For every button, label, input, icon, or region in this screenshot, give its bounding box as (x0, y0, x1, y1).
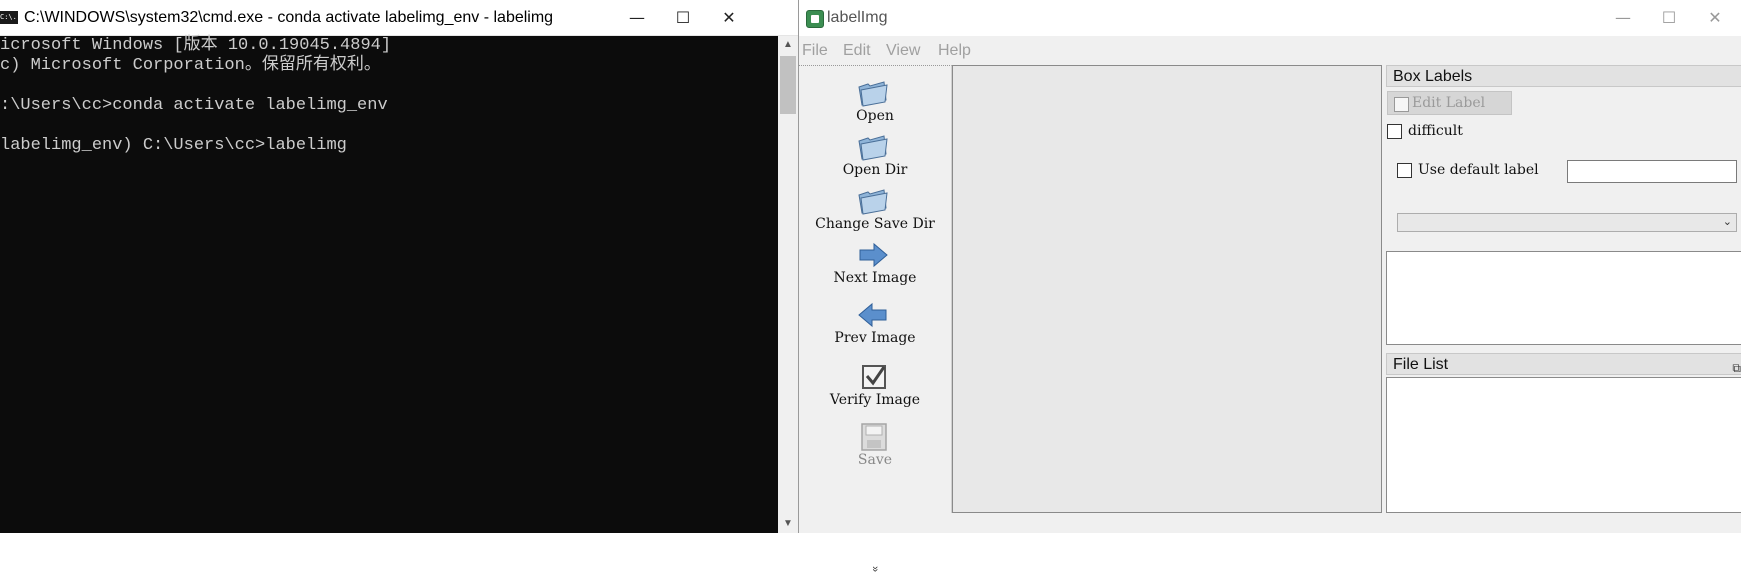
use-default-label-checkbox[interactable] (1397, 163, 1412, 178)
change-save-dir-label: Change Save Dir (815, 216, 935, 232)
scroll-up-icon[interactable]: ▲ (778, 36, 798, 54)
toolbar-extension-icon[interactable]: » (799, 563, 951, 575)
chevron-down-icon: ⌄ (1722, 216, 1732, 228)
float-dock-icon[interactable]: ⧉ (1732, 357, 1741, 379)
open-label: Open (856, 108, 894, 124)
edit-label-button[interactable]: Edit Label (1387, 91, 1512, 115)
folder-open-icon (858, 189, 888, 215)
cmd-titlebar[interactable]: C:\. C:\WINDOWS\system32\cmd.exe - conda… (0, 0, 798, 36)
labelimg-minimize-button[interactable]: — (1600, 0, 1646, 35)
file-list[interactable] (1386, 377, 1741, 513)
save-button[interactable]: Save (799, 414, 951, 472)
scroll-down-icon[interactable]: ▼ (778, 515, 798, 533)
verify-image-button[interactable]: Verify Image (799, 354, 951, 412)
right-dock: Box Labels Edit Label difficult Use defa… (1386, 65, 1741, 515)
box-labels-title: Box Labels (1386, 65, 1741, 87)
checkbox-icon (862, 365, 886, 389)
arrow-left-icon (858, 302, 887, 328)
edit-icon (1394, 97, 1409, 112)
menu-view[interactable]: View (886, 37, 920, 65)
difficult-label: difficult (1408, 123, 1463, 139)
label-dropdown[interactable]: ⌄ (1397, 213, 1737, 232)
menu-bar: File Edit View Help (799, 37, 1741, 65)
labelimg-window: labelImg — ☐ ✕ File Edit View Help Open … (798, 0, 1741, 572)
cmd-scrollbar[interactable]: ▲ ▼ (778, 36, 798, 533)
save-label: Save (857, 452, 893, 468)
image-canvas[interactable] (952, 65, 1382, 513)
scroll-thumb[interactable] (780, 56, 796, 114)
floppy-disk-icon (861, 423, 887, 451)
folder-open-icon (858, 81, 888, 107)
cmd-maximize-button[interactable]: ☐ (660, 0, 706, 35)
use-default-label-label: Use default label (1418, 162, 1539, 178)
menu-edit[interactable]: Edit (843, 37, 871, 65)
prev-image-button[interactable]: Prev Image (799, 292, 951, 350)
cmd-app-icon: C:\. (0, 11, 18, 24)
toolbar: Open Open Dir Change Save Dir Next Image (799, 65, 952, 572)
next-image-label: Next Image (833, 270, 917, 286)
console-line: :\Users\cc>conda activate labelimg_env (0, 96, 388, 115)
status-bar (799, 513, 1741, 533)
console-line: c) Microsoft Corporation。保留所有权利。 (0, 56, 381, 75)
verify-image-label: Verify Image (829, 392, 921, 408)
next-image-button[interactable]: Next Image (799, 232, 951, 290)
console-output[interactable]: icrosoft Windows [版本 10.0.19045.4894] c)… (0, 36, 778, 533)
cmd-close-button[interactable]: ✕ (706, 0, 752, 35)
menu-help[interactable]: Help (938, 37, 971, 65)
change-save-dir-button[interactable]: Change Save Dir (799, 178, 951, 236)
open-button[interactable]: Open (799, 70, 951, 128)
file-list-title: File List ⧉ (1386, 353, 1741, 375)
cmd-minimize-button[interactable]: — (614, 0, 660, 35)
console-line: labelimg_env) C:\Users\cc>labelimg (0, 136, 347, 155)
open-dir-button[interactable]: Open Dir (799, 124, 951, 182)
open-dir-label: Open Dir (842, 162, 908, 178)
labelimg-titlebar[interactable]: labelImg — ☐ ✕ (799, 0, 1741, 36)
labelimg-close-button[interactable]: ✕ (1692, 0, 1738, 35)
edit-label-text: Edit Label (1412, 95, 1486, 111)
labelimg-window-title: labelImg (827, 9, 888, 26)
cmd-window-title: C:\WINDOWS\system32\cmd.exe - conda acti… (24, 9, 554, 26)
cmd-window: C:\. C:\WINDOWS\system32\cmd.exe - conda… (0, 0, 798, 533)
folder-open-icon (858, 135, 888, 161)
default-label-input[interactable] (1567, 160, 1737, 183)
label-list[interactable] (1386, 251, 1741, 345)
labelimg-maximize-button[interactable]: ☐ (1646, 0, 1692, 35)
labelimg-app-icon (806, 10, 824, 28)
arrow-right-icon (859, 242, 888, 268)
console-line: icrosoft Windows [版本 10.0.19045.4894] (0, 36, 392, 55)
menu-file[interactable]: File (802, 37, 828, 65)
prev-image-label: Prev Image (834, 330, 916, 346)
difficult-checkbox[interactable] (1387, 124, 1402, 139)
